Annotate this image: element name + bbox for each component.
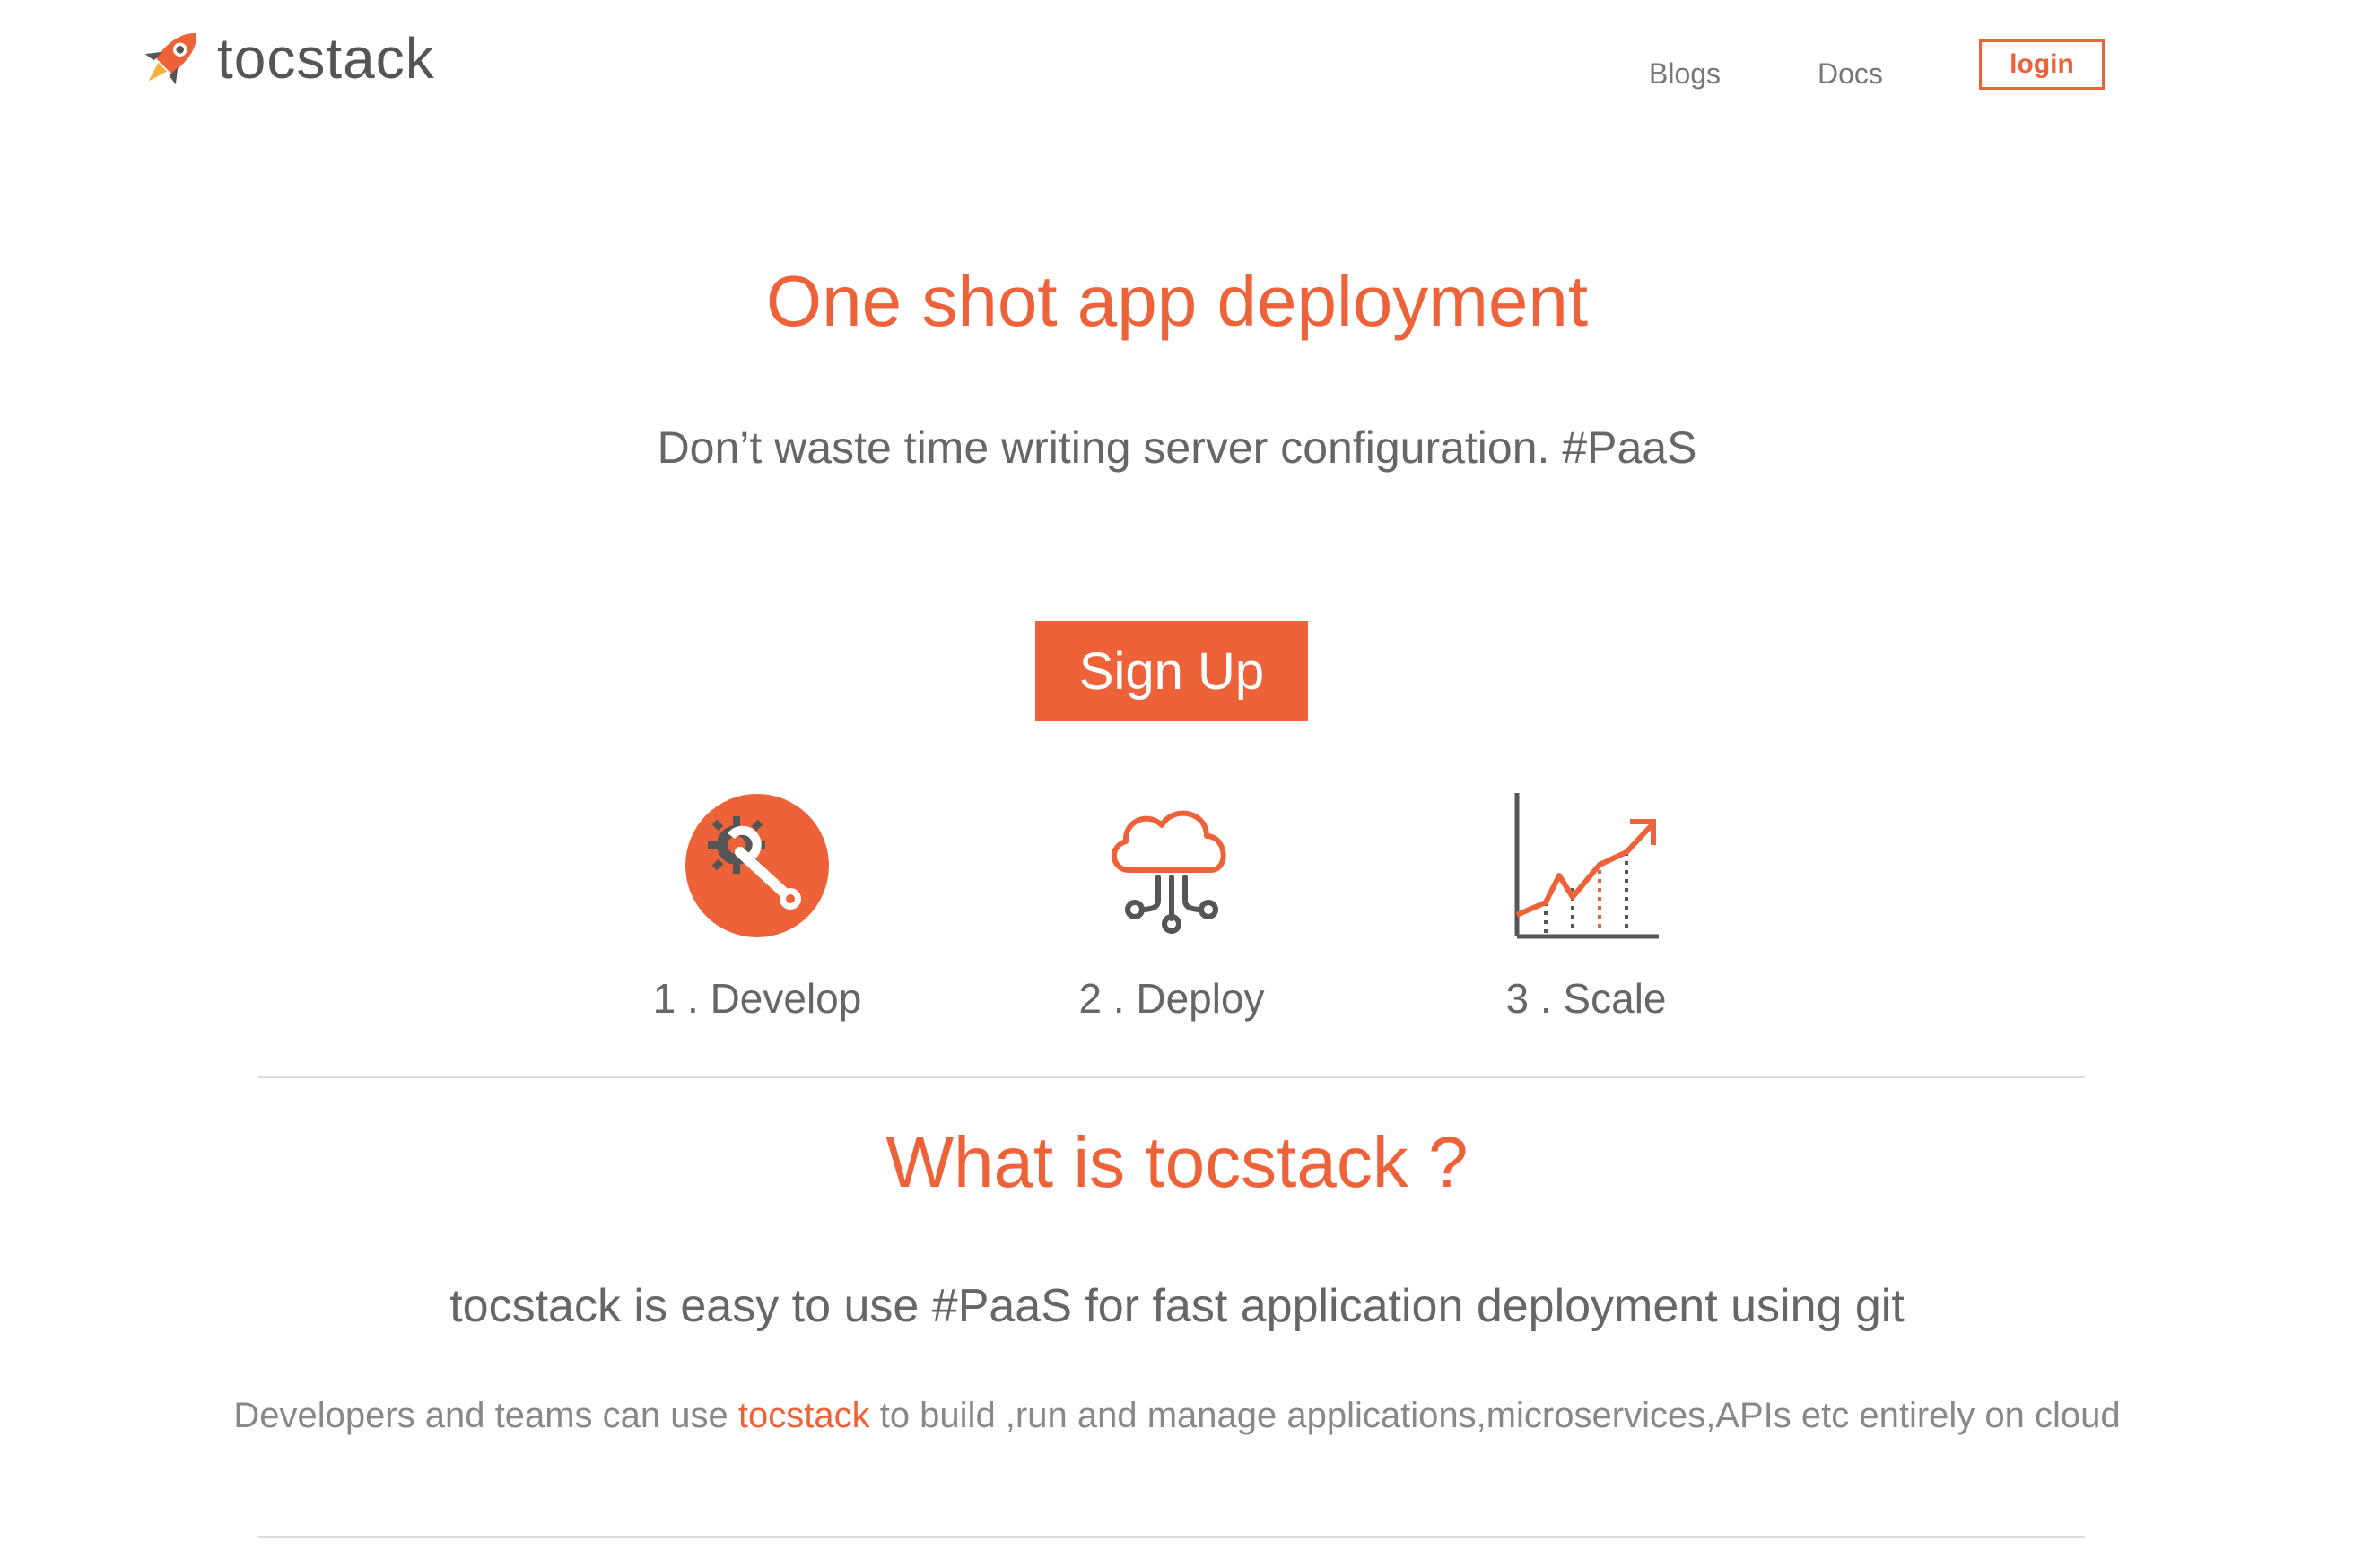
wrench-gear-icon [685, 794, 829, 937]
nav-docs-link[interactable]: Docs [1818, 57, 1883, 91]
step-develop: 1 . Develop [578, 789, 937, 1023]
step-label: 2 . Deploy [1078, 975, 1265, 1022]
about-description: Developers and teams can use tocstack to… [0, 1396, 2354, 1436]
about-desc-after: to build ,run and manage applications,mi… [869, 1396, 2121, 1435]
about-title: What is tocstack ? [885, 1122, 1469, 1202]
step-deploy: 2 . Deploy [992, 789, 1351, 1023]
about-desc-before: Developers and teams can use [233, 1396, 738, 1435]
nav-blogs-link[interactable]: Blogs [1649, 57, 1721, 91]
growth-chart-icon [1514, 793, 1659, 939]
rocket-icon [144, 33, 196, 85]
hero-title: One shot app deployment [765, 261, 1589, 341]
step-label: 1 . Develop [652, 975, 862, 1022]
section-divider [258, 1536, 2085, 1538]
brand-logo[interactable]: tocstack [133, 18, 435, 99]
step-label: 3 . Scale [1505, 975, 1667, 1022]
tocstack-link[interactable]: tocstack [738, 1396, 870, 1435]
hero-subtitle: Don’t waste time writing server configur… [657, 422, 1697, 473]
about-subtitle: tocstack is easy to use #PaaS for fast a… [449, 1280, 1905, 1332]
section-divider [258, 1076, 2085, 1078]
cloud-network-icon [1111, 810, 1226, 934]
step-scale: 3 . Scale [1407, 789, 1766, 1023]
brand-name: tocstack [217, 26, 435, 91]
login-button[interactable]: login [1979, 39, 2105, 90]
signup-button[interactable]: Sign Up [1035, 621, 1308, 721]
